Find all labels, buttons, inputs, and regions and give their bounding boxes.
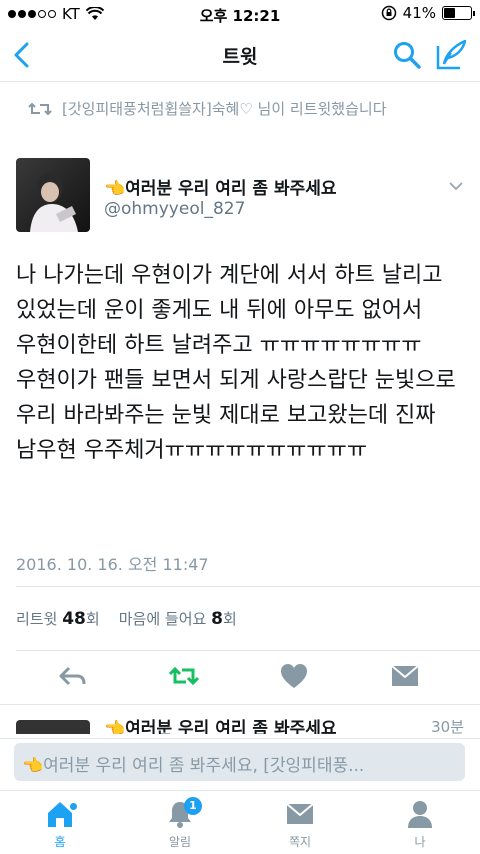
reply-icon[interactable] — [57, 660, 89, 692]
new-content-dot — [70, 803, 77, 810]
rotation-lock-icon — [381, 5, 396, 21]
notification-badge: 1 — [184, 797, 202, 815]
reply-bar: 👈여러분 우리 여리 좀 봐주세요, [갓잉피태풍... — [0, 738, 480, 786]
chevron-down-icon[interactable] — [448, 180, 464, 192]
retweet-context[interactable]: [갓잉피태풍처럼휩쓸자]숙혜♡ 님이 리트윗했습니다 — [28, 98, 472, 120]
heart-icon[interactable] — [278, 660, 310, 692]
like-stat-label: 마음에 들어요 — [118, 610, 207, 628]
tab-messages[interactable]: 쪽지 — [260, 799, 340, 850]
retweet-stat-label: 리트윗 — [16, 610, 58, 628]
next-tweet-time: 30분 — [431, 718, 464, 734]
author-handle[interactable]: @ohmyyeol_827 — [104, 199, 245, 219]
tab-bar: 홈 1 알림 쪽지 나 — [0, 790, 480, 854]
tweet-timestamp: 2016. 10. 16. 오전 11:47 — [16, 555, 209, 574]
tab-label: 홈 — [54, 835, 66, 849]
like-stat[interactable]: 마음에 들어요 8회 — [118, 609, 237, 629]
battery-percent: 41% — [402, 4, 436, 22]
next-tweet-author: 👈여러분 우리 여리 좀 봐주세요 — [104, 719, 337, 734]
avatar[interactable] — [16, 158, 90, 232]
retweet-unit: 회 — [85, 610, 100, 628]
nav-bar: 트윗 — [0, 28, 480, 82]
tab-notifications[interactable]: 1 알림 — [140, 797, 220, 850]
tweet-stats: 리트윗 48회 마음에 들어요 8회 — [16, 608, 237, 629]
person-icon — [408, 801, 432, 828]
retweet-count: 48 — [62, 609, 86, 629]
reply-input[interactable]: 👈여러분 우리 여리 좀 봐주세요, [갓잉피태풍... — [14, 743, 465, 781]
status-bar: KT 오후 12:21 41% — [0, 0, 480, 28]
divider — [16, 586, 480, 587]
tweet-text: 나 나가는데 우현이가 계단에 서서 하트 날리고 있었는데 운이 좋게도 내 … — [16, 263, 456, 463]
avatar — [16, 720, 90, 734]
like-unit: 회 — [222, 610, 237, 628]
like-count: 8 — [211, 609, 223, 629]
compose-tweet-icon[interactable] — [434, 38, 468, 72]
retweet-icon[interactable] — [168, 660, 200, 692]
direct-message-icon[interactable] — [389, 660, 421, 692]
tab-me[interactable]: 나 — [380, 799, 460, 850]
tab-label: 쪽지 — [288, 835, 312, 849]
tab-label: 나 — [414, 835, 426, 849]
tweet-actions — [0, 660, 480, 692]
retweet-context-text: [갓잉피태풍처럼휩쓸자]숙혜♡ 님이 리트윗했습니다 — [62, 100, 387, 118]
tab-home[interactable]: 홈 — [20, 799, 100, 850]
retweet-small-icon — [28, 102, 52, 116]
divider — [0, 704, 480, 705]
retweet-stat[interactable]: 리트윗 48회 — [16, 609, 100, 629]
author-name[interactable]: 👈여러분 우리 여리 좀 봐주세요 — [104, 174, 337, 199]
divider — [16, 650, 480, 651]
search-icon[interactable] — [392, 40, 422, 70]
next-tweet-preview[interactable]: 👈여러분 우리 여리 좀 봐주세요 30분 — [16, 712, 480, 734]
tab-label: 알림 — [168, 835, 192, 849]
envelope-icon — [286, 803, 314, 824]
battery-icon — [442, 6, 475, 20]
